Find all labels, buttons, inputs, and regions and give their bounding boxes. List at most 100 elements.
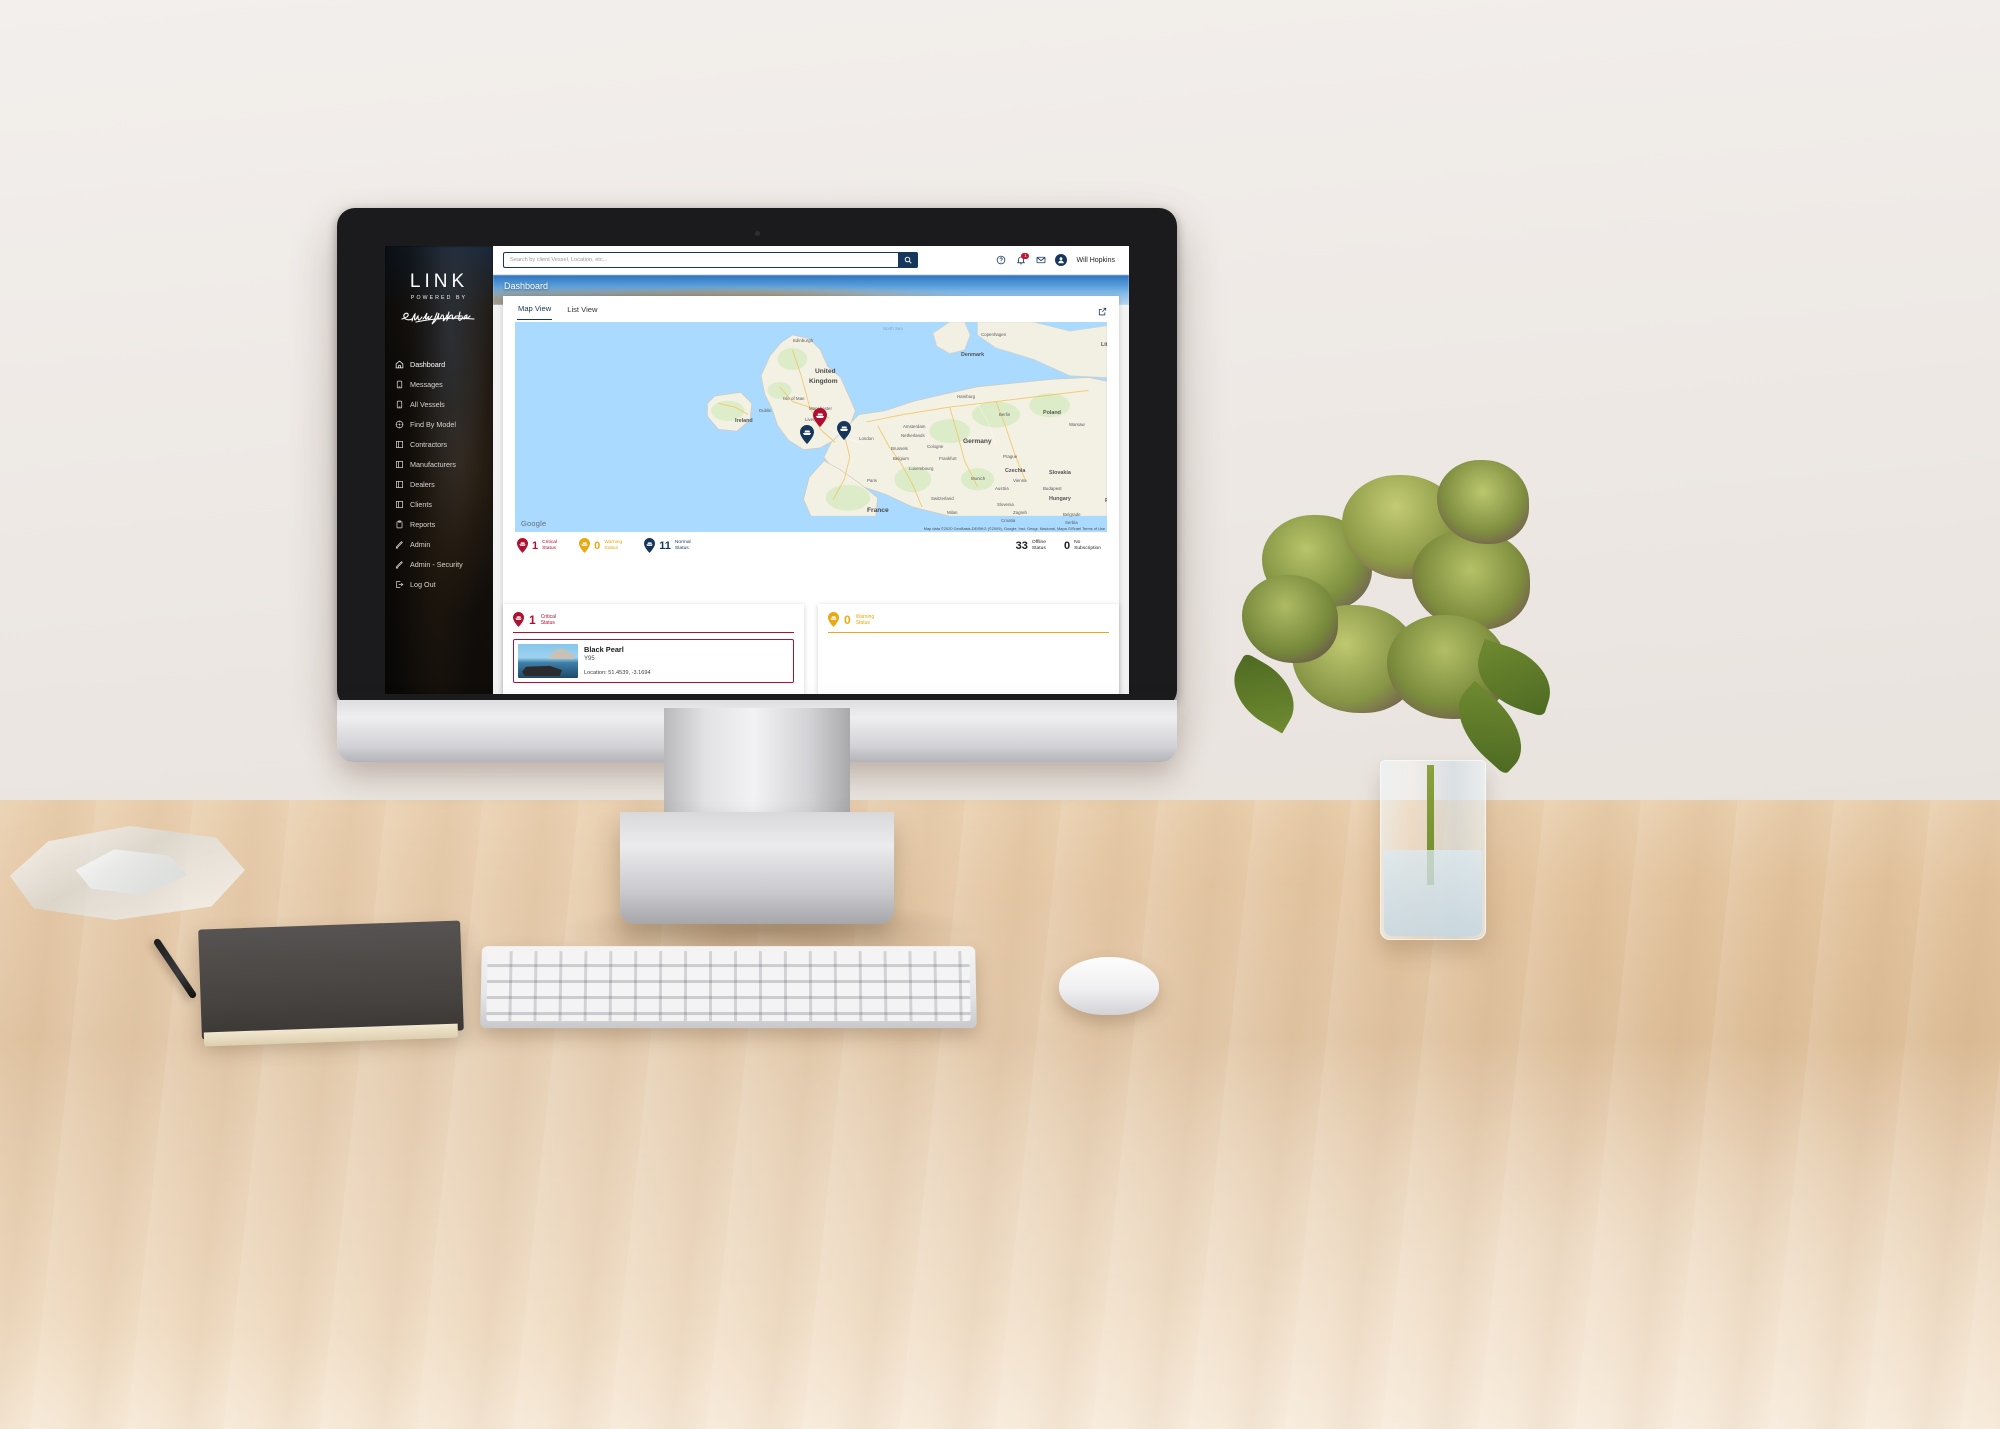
brand-powered-by: POWERED BY bbox=[410, 295, 468, 301]
sidebar-item-dashboard[interactable]: Dashboard bbox=[385, 354, 493, 374]
map-label: Switzerland bbox=[931, 496, 954, 501]
link-dashboard-app: LINK POWERED BY Dashboard Messages All V… bbox=[385, 246, 1129, 694]
sidebar-item-messages[interactable]: Messages bbox=[385, 374, 493, 394]
petal bbox=[1412, 530, 1530, 630]
card-divider bbox=[513, 632, 794, 634]
sidebar-item-label: Find By Model bbox=[410, 419, 456, 429]
map-label: Hungary bbox=[1049, 496, 1071, 502]
hydrangea-flowers bbox=[1219, 435, 1561, 795]
tab-list-view[interactable]: List View bbox=[566, 299, 598, 320]
brand-logo[interactable]: LINK POWERED BY bbox=[385, 260, 493, 332]
search-button[interactable] bbox=[898, 252, 918, 268]
sidebar-item-label: Admin - Security bbox=[410, 559, 463, 569]
help-circle-icon[interactable] bbox=[995, 255, 1006, 266]
map-pin-critical[interactable] bbox=[813, 408, 827, 427]
status-summary-no-subscription[interactable]: 0 No Subscription bbox=[1064, 540, 1101, 552]
vessel-location: Location: 51.4539, -3.1694 bbox=[584, 670, 651, 677]
sidebar-item-label: Log Out bbox=[410, 579, 436, 589]
sidebar-item-label: Admin bbox=[410, 539, 431, 549]
pin-warning-icon bbox=[579, 538, 591, 553]
sidebar-item-admin-security[interactable]: Admin - Security bbox=[385, 554, 493, 574]
vessel-list-item[interactable]: Black Pearl Y95 Location: 51.4539, -3.16… bbox=[513, 639, 794, 684]
sidebar-item-dealers[interactable]: Dealers bbox=[385, 474, 493, 494]
card-count: 1 bbox=[529, 612, 536, 627]
map-label: Luxembourg bbox=[909, 466, 934, 471]
notebook bbox=[198, 920, 464, 1047]
critical-status-card: 1 Critical Status Black Pearl Y95 Locati… bbox=[503, 604, 804, 694]
sidebar-item-reports[interactable]: Reports bbox=[385, 514, 493, 534]
card-label: Critical Status bbox=[541, 614, 556, 626]
sidebar-item-manufacturers[interactable]: Manufacturers bbox=[385, 454, 493, 474]
map-label: Poland bbox=[1043, 410, 1061, 416]
status-label-line1: Warning bbox=[604, 539, 623, 545]
compass-icon bbox=[395, 420, 404, 429]
map-label: Budapest bbox=[1043, 486, 1062, 491]
status-summary-bar: 1 Critical Status 0 Warning Status 11 No… bbox=[503, 532, 1119, 558]
status-cards-row: 1 Critical Status Black Pearl Y95 Locati… bbox=[503, 604, 1119, 694]
status-label-line2: Status bbox=[674, 545, 689, 551]
book-icon bbox=[395, 440, 404, 449]
status-summary-warning[interactable]: 0 Warning Status bbox=[579, 538, 622, 553]
map-label: Vienna bbox=[1013, 478, 1027, 483]
status-label-line1: Offline bbox=[1031, 539, 1046, 545]
imac-monitor: LINK POWERED BY Dashboard Messages All V… bbox=[337, 208, 1177, 708]
status-label: Offline Status bbox=[1032, 540, 1046, 552]
bell-icon[interactable]: 1 bbox=[1015, 252, 1030, 266]
tab-map-view[interactable]: Map View bbox=[517, 298, 553, 320]
map-view[interactable]: North Sea Edinburgh Copenhagen Lithuania… bbox=[515, 322, 1107, 532]
map-label: Croatia bbox=[1001, 518, 1016, 523]
status-label-line2: Subscription bbox=[1074, 545, 1101, 551]
map-attribution: Map data ©2020 GeoBasis-DE/BKG (©2009), … bbox=[924, 526, 1105, 531]
user-name[interactable]: Will Hopkins bbox=[1076, 257, 1115, 264]
thumbnail-cliff bbox=[548, 648, 574, 660]
map-label: Prague bbox=[1003, 454, 1018, 459]
status-label: No Subscription bbox=[1074, 540, 1101, 552]
sidebar-item-contractors[interactable]: Contractors bbox=[385, 434, 493, 454]
map-label: Dublin bbox=[759, 408, 772, 413]
monitor-stand-foot bbox=[620, 812, 894, 924]
status-label-line1: Normal bbox=[674, 539, 691, 545]
book-icon bbox=[395, 460, 404, 469]
sidebar-item-label: Messages bbox=[410, 379, 443, 389]
sidebar-item-label: All Vessels bbox=[410, 399, 445, 409]
map-pin-normal[interactable] bbox=[800, 425, 814, 444]
sidebar-item-log-out[interactable]: Log Out bbox=[385, 574, 493, 594]
search-bar[interactable]: Search by client Vessel, Location, etc..… bbox=[503, 252, 918, 268]
monitor-stand-neck bbox=[664, 708, 850, 820]
external-link-icon[interactable] bbox=[1098, 303, 1107, 321]
vessel-info: Black Pearl Y95 Location: 51.4539, -3.16… bbox=[584, 644, 651, 678]
map-pin-normal[interactable] bbox=[837, 421, 851, 440]
envelope-icon[interactable] bbox=[1035, 255, 1046, 266]
sidebar-item-label: Contractors bbox=[410, 439, 448, 449]
status-label-line1: Critical bbox=[542, 539, 558, 545]
map-label: France bbox=[867, 507, 889, 514]
status-summary-normal[interactable]: 11 Normal Status bbox=[644, 538, 691, 553]
top-bar: Search by client Vessel, Location, etc..… bbox=[493, 246, 1129, 275]
sidebar-item-clients[interactable]: Clients bbox=[385, 494, 493, 514]
map-label: Zagreb bbox=[1013, 510, 1027, 515]
vessel-name: Black Pearl bbox=[584, 645, 624, 655]
pencil-icon bbox=[395, 540, 404, 549]
sidebar-item-all-vessels[interactable]: All Vessels bbox=[385, 394, 493, 414]
search-input[interactable]: Search by client Vessel, Location, etc..… bbox=[503, 252, 898, 268]
avatar[interactable] bbox=[1055, 254, 1068, 266]
status-summary-critical[interactable]: 1 Critical Status bbox=[517, 538, 557, 553]
sidebar-item-admin[interactable]: Admin bbox=[385, 534, 493, 554]
sidebar-item-label: Manufacturers bbox=[410, 459, 456, 469]
status-count: 1 bbox=[532, 539, 539, 552]
main-content: Search by client Vessel, Location, etc..… bbox=[493, 246, 1129, 694]
status-summary-offline[interactable]: 33 Offline Status bbox=[1016, 540, 1046, 552]
sidebar-item-label: Reports bbox=[410, 519, 436, 529]
map-label: Milan bbox=[947, 510, 958, 515]
map-label: Amsterdam bbox=[903, 424, 926, 429]
sidebar-item-find-by-model[interactable]: Find By Model bbox=[385, 414, 493, 434]
page-title: Dashboard bbox=[504, 281, 549, 291]
petal bbox=[1242, 575, 1338, 663]
status-label: Normal Status bbox=[675, 540, 691, 552]
message-icon bbox=[395, 380, 404, 389]
search-placeholder: Search by client Vessel, Location, etc..… bbox=[510, 257, 608, 263]
status-label: Critical Status bbox=[542, 540, 557, 552]
sidebar-item-label: Dashboard bbox=[410, 359, 446, 369]
map-terms-link[interactable]: Terms of Use bbox=[1082, 526, 1105, 531]
google-watermark: Google bbox=[521, 519, 547, 528]
